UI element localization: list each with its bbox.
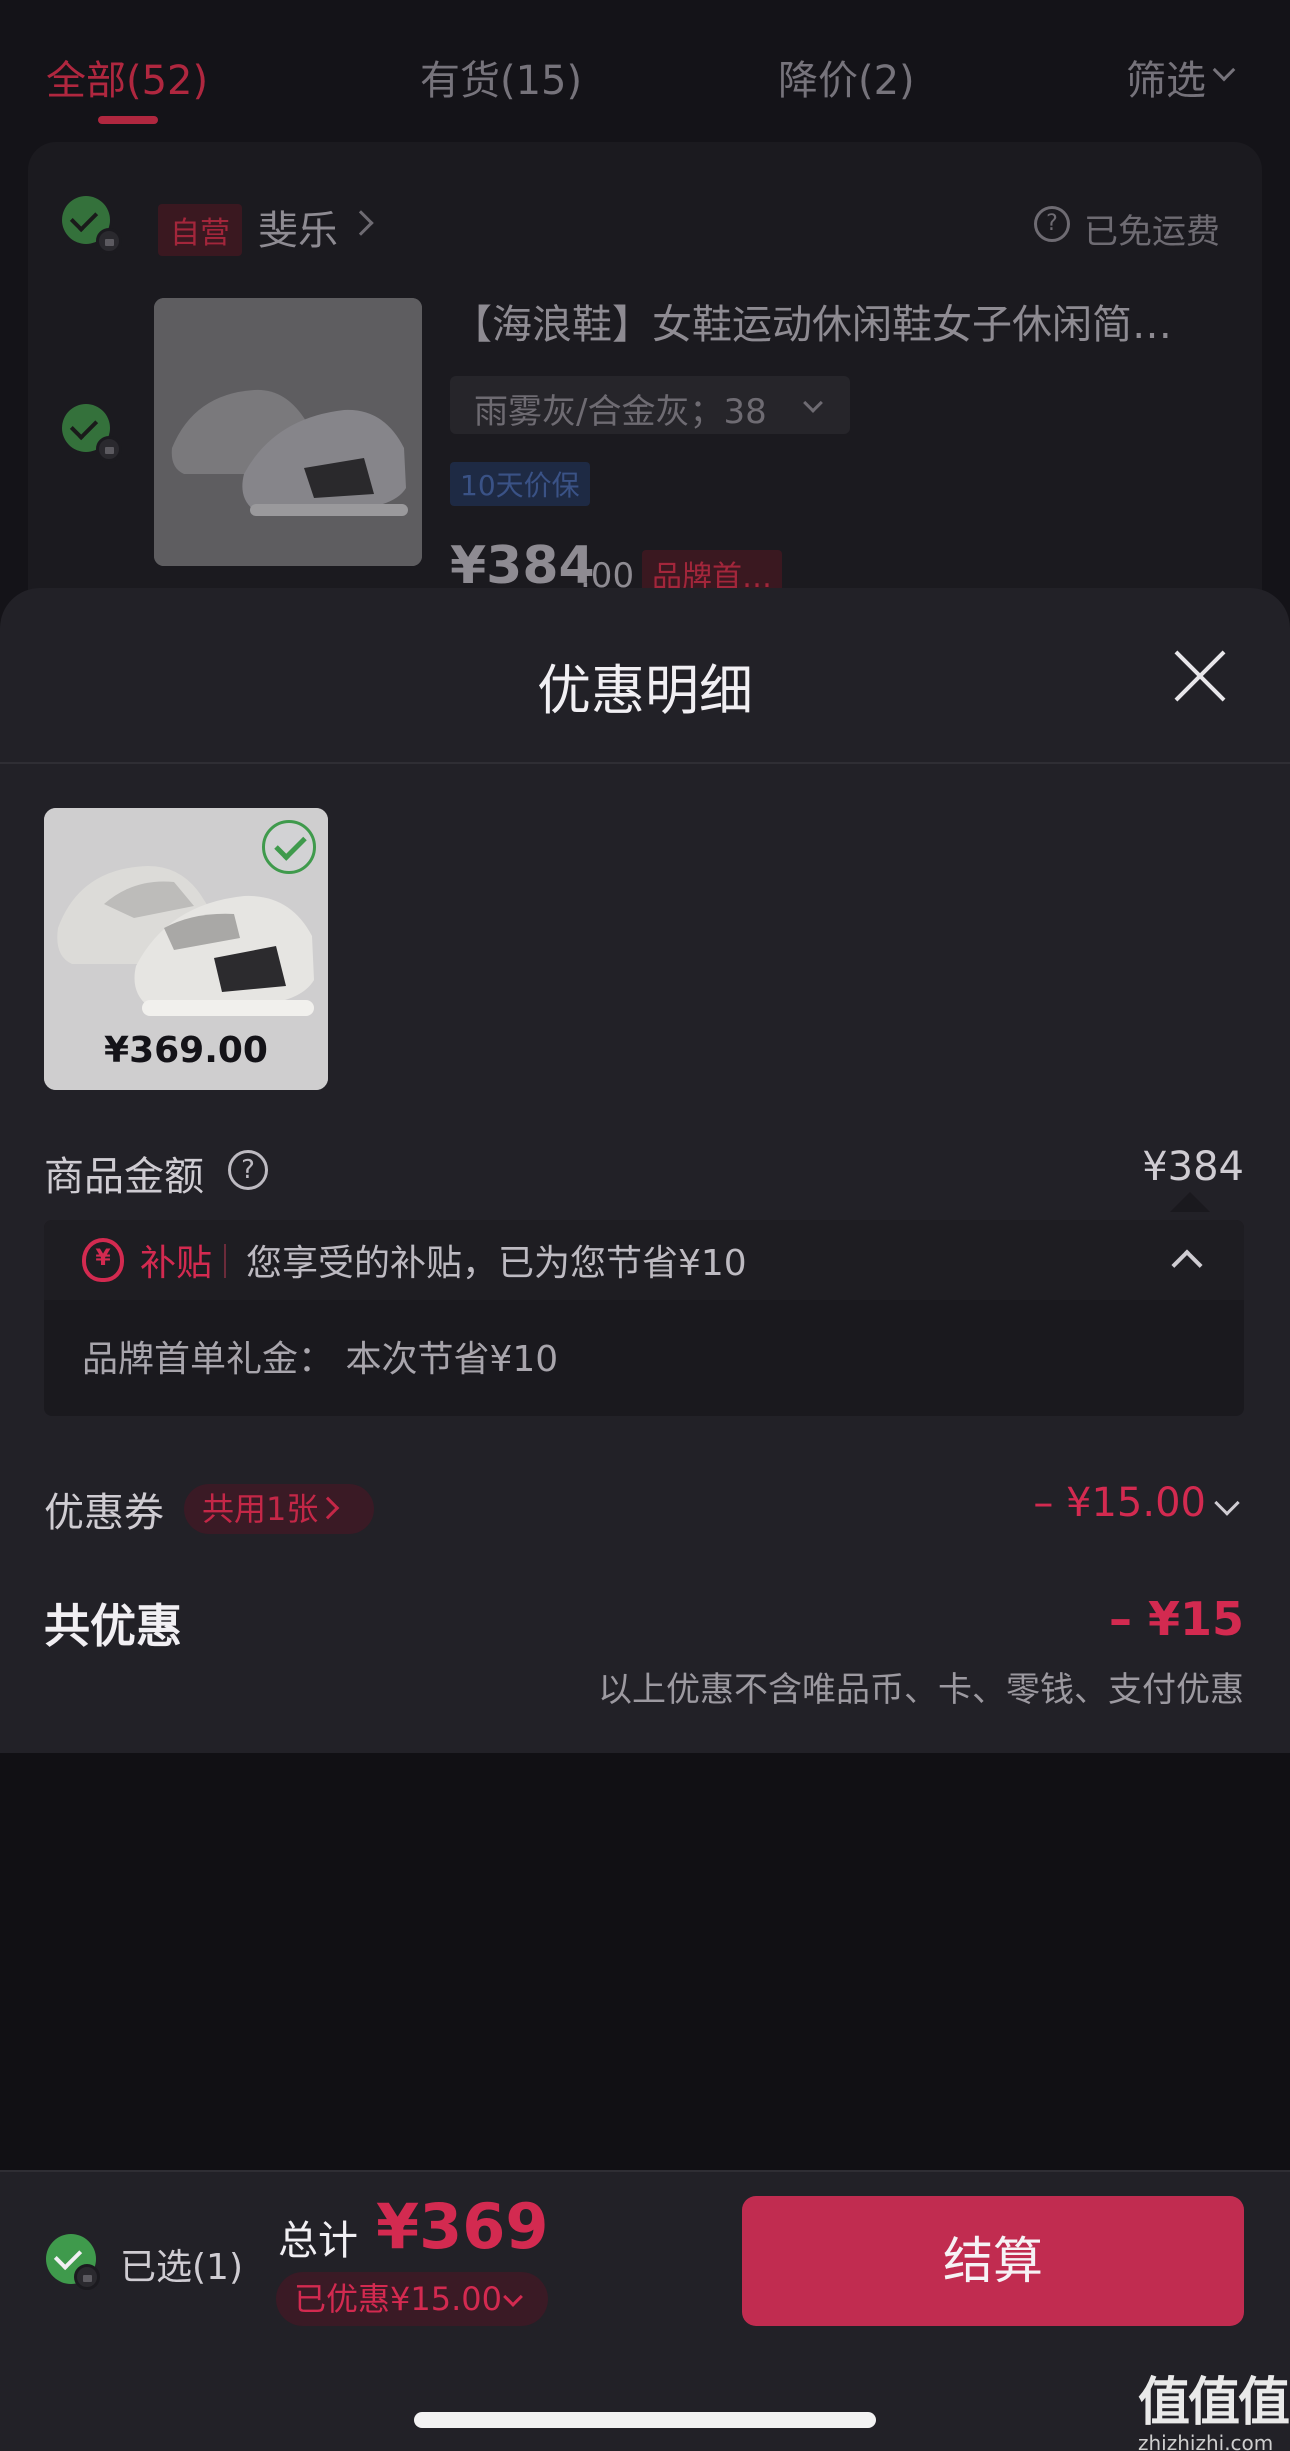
pointer-arrow: [1170, 1192, 1210, 1212]
tab-active-indicator: [98, 116, 158, 124]
total-price: ¥369: [376, 2190, 549, 2263]
home-indicator[interactable]: [414, 2412, 876, 2428]
discount-disclaimer: 以上优惠不含唯品币、卡、零钱、支付优惠: [598, 1670, 1244, 1710]
shipping-note: 已免运费: [1084, 212, 1220, 252]
chevron-down-icon: [1212, 58, 1236, 82]
selected-count: 已选(1): [120, 2247, 243, 2288]
tab-filter[interactable]: 筛选: [1126, 48, 1206, 106]
sheet-title: 优惠明细: [537, 659, 753, 722]
subsidy-detail: 品牌首单礼金： 本次节省¥10: [82, 1339, 559, 1380]
close-icon[interactable]: [1172, 648, 1228, 704]
total-discount-amount: – ¥15: [1108, 1592, 1244, 1646]
site-watermark: 值值值 zhizhizhi.com: [1138, 2360, 1290, 2451]
subsidy-tag: 补贴: [140, 1243, 213, 1284]
total-discount-label: 共优惠: [44, 1599, 182, 1653]
subsidy-header[interactable]: ¥ 补贴 您享受的补贴，已为您节省¥10: [44, 1220, 1244, 1300]
product-price: ¥384: [450, 536, 595, 596]
self-operated-tag: 自营: [158, 204, 242, 256]
chevron-down-icon[interactable]: [1214, 1490, 1240, 1516]
spec-text: 雨雾灰/合金灰；38: [474, 392, 767, 432]
price-protect-tag: 10天价保: [450, 462, 590, 506]
product-title[interactable]: 【海浪鞋】女鞋运动休闲鞋女子休闲简…: [452, 292, 1222, 350]
selected-product-thumbnail[interactable]: ¥369.00: [44, 808, 328, 1090]
watermark-url: zhizhizhi.com: [1138, 2431, 1274, 2451]
tab-price-drop[interactable]: 降价(2): [778, 48, 915, 106]
lock-icon: [74, 2264, 100, 2290]
lock-icon: [96, 228, 122, 254]
shoe-image: [154, 298, 422, 566]
thumbnail-price: ¥369.00: [104, 1030, 268, 1071]
money-bag-icon: ¥: [82, 1238, 124, 1282]
help-icon[interactable]: ?: [1034, 206, 1070, 242]
chevron-up-icon[interactable]: [1171, 1249, 1203, 1281]
lock-icon: [96, 436, 122, 462]
store-name[interactable]: 斐乐: [258, 198, 338, 256]
watermark-logo: 值值值: [1138, 2373, 1290, 2433]
cart-page-background: 全部(52) 有货(15) 降价(2) 筛选 自营 斐乐 ? 已免运费 【海浪鞋…: [0, 0, 1290, 622]
goods-amount-value: ¥384: [1142, 1144, 1244, 1190]
coupon-amount[interactable]: – ¥15.00: [1033, 1480, 1206, 1526]
coupon-label: 优惠券: [44, 1490, 164, 1536]
discount-detail-sheet: 优惠明细 ¥369.00 商品金额 ? ¥384 ¥ 补贴 您享受的补贴，已为您…: [0, 588, 1290, 1753]
total-label: 总计: [278, 2218, 358, 2264]
subsidy-panel: ¥ 补贴 您享受的补贴，已为您节省¥10 品牌首单礼金： 本次节省¥10: [44, 1220, 1244, 1416]
checkout-bar: 已选(1) 总计 ¥369 已优惠¥15.00 结算: [0, 2170, 1290, 2451]
subsidy-message: 您享受的补贴，已为您节省¥10: [246, 1243, 747, 1284]
product-image[interactable]: [154, 298, 422, 566]
divider: [224, 1244, 226, 1278]
tab-all[interactable]: 全部(52): [46, 48, 208, 106]
divider: [0, 762, 1290, 764]
check-icon[interactable]: [262, 820, 316, 874]
coupon-count-chip[interactable]: 共用1张: [184, 1484, 375, 1534]
tab-in-stock[interactable]: 有货(15): [420, 48, 582, 106]
help-icon[interactable]: ?: [228, 1150, 268, 1190]
checkout-button[interactable]: 结算: [742, 2196, 1244, 2326]
goods-amount-label: 商品金额: [44, 1154, 204, 1200]
